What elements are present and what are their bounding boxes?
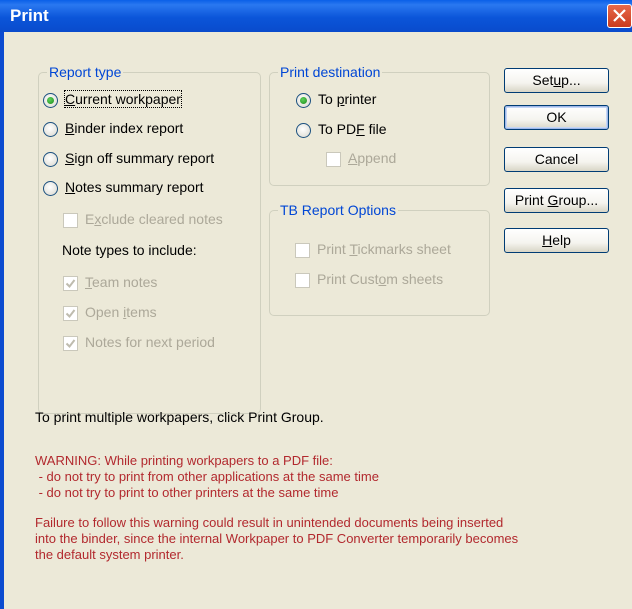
checkbox-notes-next-period[interactable] xyxy=(63,336,78,351)
setup-button[interactable]: Setup... xyxy=(504,68,609,93)
warning-heading: WARNING: While printing workpapers to a … xyxy=(35,453,333,468)
label-notes-next-period[interactable]: Notes for next period xyxy=(85,334,215,350)
label-exclude-cleared[interactable]: Exclude cleared notes xyxy=(85,211,223,227)
dialog-body: Report type Current workpaper Binder ind… xyxy=(4,32,632,609)
checkmark-icon xyxy=(65,339,76,349)
report-type-legend: Report type xyxy=(47,64,124,80)
label-open-items[interactable]: Open items xyxy=(85,304,157,320)
checkmark-icon xyxy=(65,309,76,319)
print-dialog: Print Report type Current workpaper Bind… xyxy=(0,0,632,609)
label-binder-index-report[interactable]: Binder index report xyxy=(65,120,183,136)
close-button[interactable] xyxy=(607,4,632,28)
checkbox-exclude-cleared[interactable] xyxy=(63,213,78,228)
label-print-custom[interactable]: Print Custom sheets xyxy=(317,271,443,287)
radio-to-pdf-file[interactable] xyxy=(296,123,311,138)
label-team-notes[interactable]: Team notes xyxy=(85,274,157,290)
failure-line-3: the default system printer. xyxy=(35,547,184,562)
title-bar[interactable]: Print xyxy=(0,0,632,32)
failure-line-1: Failure to follow this warning could res… xyxy=(35,515,504,530)
checkbox-print-tickmarks[interactable] xyxy=(295,243,310,258)
label-current-workpaper[interactable]: Current workpaper xyxy=(64,90,182,108)
cancel-button[interactable]: Cancel xyxy=(504,147,609,172)
warning-line-2: - do not try to print to other printers … xyxy=(35,485,339,500)
tb-report-options-group: TB Report Options xyxy=(269,202,490,316)
radio-notes-summary[interactable] xyxy=(43,181,58,196)
tb-report-options-legend: TB Report Options xyxy=(278,202,398,218)
label-print-tickmarks[interactable]: Print Tickmarks sheet xyxy=(317,241,451,257)
radio-binder-index-report[interactable] xyxy=(43,122,58,137)
checkbox-team-notes[interactable] xyxy=(63,276,78,291)
checkbox-append[interactable] xyxy=(326,152,341,167)
label-append[interactable]: Append xyxy=(348,150,396,166)
label-notes-summary[interactable]: Notes summary report xyxy=(65,179,204,195)
print-destination-legend: Print destination xyxy=(278,64,383,80)
help-button[interactable]: Help xyxy=(504,228,609,253)
radio-current-workpaper[interactable] xyxy=(43,93,58,108)
failure-line-2: into the binder, since the internal Work… xyxy=(35,531,519,546)
print-group-button[interactable]: Print Group... xyxy=(504,188,609,213)
checkbox-open-items[interactable] xyxy=(63,306,78,321)
note-types-label: Note types to include: xyxy=(62,242,197,258)
radio-sign-off-summary[interactable] xyxy=(43,152,58,167)
ok-button[interactable]: OK xyxy=(504,105,609,130)
label-to-pdf-file[interactable]: To PDF file xyxy=(318,121,386,137)
checkbox-print-custom[interactable] xyxy=(295,273,310,288)
dialog-title: Print xyxy=(10,6,49,25)
info-text: To print multiple workpapers, click Prin… xyxy=(35,409,324,425)
radio-to-printer[interactable] xyxy=(296,93,311,108)
label-to-printer[interactable]: To printer xyxy=(318,91,376,107)
warning-line-1: - do not try to print from other applica… xyxy=(35,469,379,484)
close-icon xyxy=(613,9,626,22)
label-sign-off-summary[interactable]: Sign off summary report xyxy=(65,150,214,166)
checkmark-icon xyxy=(65,279,76,289)
